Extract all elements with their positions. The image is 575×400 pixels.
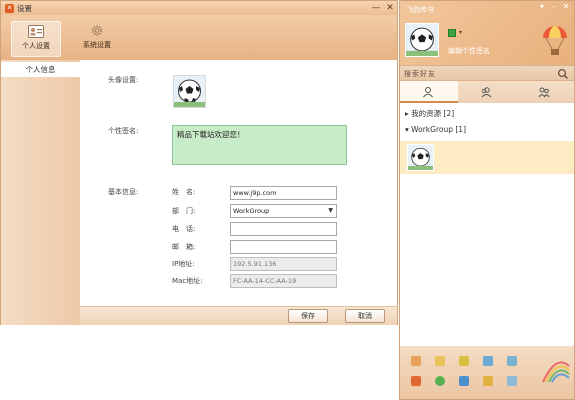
mac-field: FC-AA-14-CC-AA-19 [230,274,337,288]
chevron-right-icon: ▸ [405,109,409,118]
signature-textarea[interactable]: 精品下载站欢迎您！ [172,125,347,165]
minimize-icon[interactable]: — [369,2,383,14]
search-icon[interactable] [557,68,569,80]
search-placeholder: 搜索好友 [404,70,436,78]
people-icon [538,87,550,98]
name-label: 姓 名: [172,188,196,196]
ip-label: IP地址: [172,260,195,268]
folder-icon[interactable] [483,376,493,386]
tab-recent[interactable] [516,81,574,103]
group-my-resources[interactable]: ▸ 我的资源 [2] [405,108,454,119]
friend-search-bar[interactable]: 搜索好友 [400,65,574,81]
soccer-ball-icon [408,145,433,170]
edit-icon[interactable] [459,356,469,366]
tab-system-label: 系统设置 [83,41,111,49]
basic-info-label: 基本信息: [108,188,139,196]
sidebar-item-personal-info[interactable]: 个人信息 [1,62,80,77]
messenger-title: 飞鸽传书 [406,6,434,14]
cancel-button[interactable]: 取消 [345,309,385,323]
group-icon [481,87,492,98]
avatar-picker[interactable] [173,75,206,108]
chevron-down-icon: ▼ [328,207,333,214]
signature-label: 个性签名: [108,127,139,135]
tab-groups[interactable] [458,81,516,103]
messenger-window: 飞鸽传书 ▾ – ✕ ▾ 编辑个性签名 搜索好友 ▸ 我的资源 [2] ▾ Wo… [399,0,575,400]
home-icon[interactable] [411,356,421,366]
message-icon[interactable] [507,376,517,386]
settings-footer: 保存 取消 [80,306,397,325]
save-button[interactable]: 保存 [288,309,328,323]
settings-window: ✕ 设置 — ✕ 个人设置 系统设置 个人信息 头像设置: 个性签名: 精品下载… [0,0,398,325]
settings-title: 设置 [17,3,32,13]
share-icon[interactable] [507,356,517,366]
contact-row[interactable] [400,141,574,174]
close-icon[interactable]: ✕ [560,2,572,11]
user-settings-icon[interactable] [459,376,469,386]
email-field[interactable] [230,240,337,254]
group-workgroup[interactable]: ▾ WorkGroup [1] [405,125,466,134]
camera-icon[interactable] [483,356,493,366]
minimize-icon[interactable]: – [548,2,560,11]
contact-tabs [400,81,574,103]
close-icon[interactable]: ✕ [383,2,397,14]
tab-personal-settings[interactable]: 个人设置 [11,21,61,57]
user-avatar[interactable] [405,23,439,57]
tab-system-settings[interactable]: 系统设置 [72,21,122,57]
name-field[interactable]: www.j9p.com [230,186,337,200]
chevron-down-icon: ▾ [405,125,409,134]
refresh-icon[interactable] [435,376,445,386]
mac-label: Mac地址: [172,277,203,285]
settings-toolbar: 个人设置 系统设置 [1,15,397,60]
notebook-icon[interactable] [435,356,445,366]
tab-contacts[interactable] [400,81,458,103]
gear-icon [92,25,102,36]
email-label: 邮 箱: [172,243,196,251]
messenger-header: 飞鸽传书 ▾ – ✕ ▾ 编辑个性签名 [400,1,574,65]
settings-content: 头像设置: 个性签名: 精品下载站欢迎您！ 基本信息: 姓 名: www.j9p… [80,60,397,306]
group-label: WorkGroup [1] [411,125,466,134]
contact-avatar [407,144,434,171]
hot-air-balloon-icon [543,26,567,55]
tools-icon[interactable] [411,376,421,386]
phone-field[interactable] [230,222,337,236]
status-dropdown-icon[interactable]: ▾ [459,29,462,36]
bottom-toolbar [400,346,574,399]
menu-arrow-icon[interactable]: ▾ [536,2,548,11]
department-select[interactable]: WorkGroup ▼ [230,204,337,218]
avatar-label: 头像设置: [108,76,139,84]
app-logo-icon: ✕ [5,3,14,13]
rainbow-decoration-icon [542,361,570,383]
ip-field: 192.5.91.136 [230,257,337,271]
person-icon [423,87,433,98]
settings-titlebar[interactable]: ✕ 设置 — ✕ [1,1,397,15]
department-label: 部 门: [172,207,196,215]
settings-sidebar: 个人信息 [1,60,80,325]
sidebar-item-label: 个人信息 [25,65,56,74]
soccer-ball-icon [406,24,438,56]
tab-personal-label: 个人设置 [22,42,50,50]
online-status-icon[interactable] [448,29,456,37]
group-label: 我的资源 [2] [411,109,455,118]
id-card-icon [28,25,44,38]
signature-edit[interactable]: 编辑个性签名 [448,46,490,56]
department-value: WorkGroup [233,207,270,215]
soccer-ball-icon [174,76,205,107]
contact-list: ▸ 我的资源 [2] ▾ WorkGroup [1] [400,103,574,346]
phone-label: 电 话: [172,225,196,233]
